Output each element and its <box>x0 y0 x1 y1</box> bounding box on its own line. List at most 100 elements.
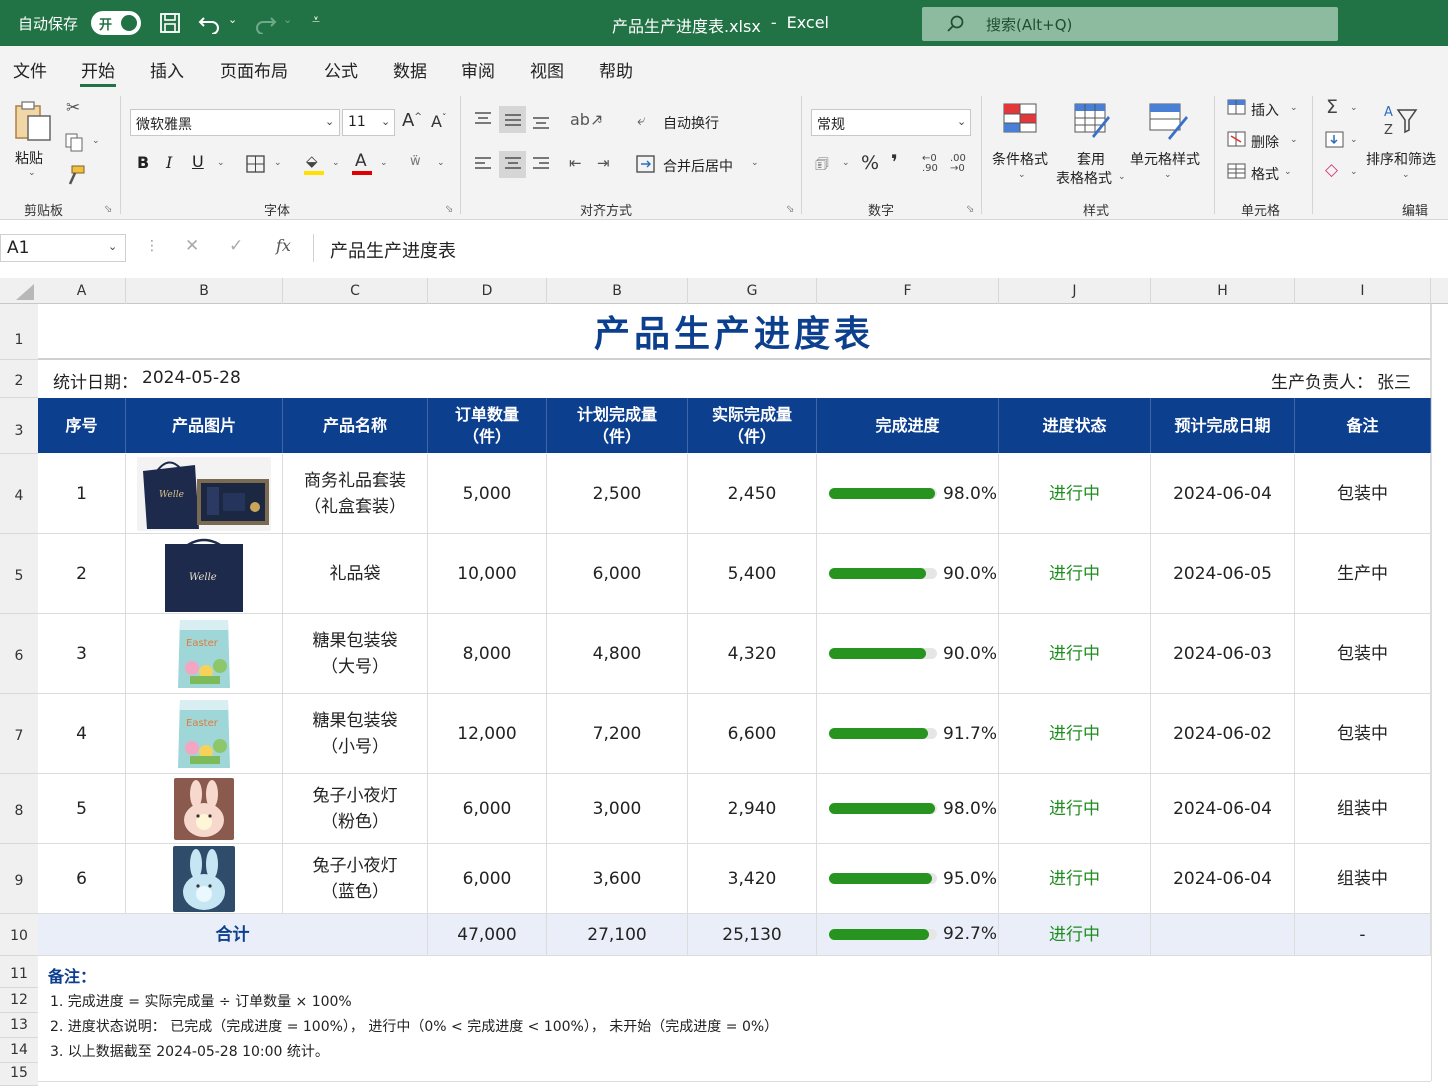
merge-dropdown-icon[interactable]: ⌄ <box>751 158 759 168</box>
menu-page-layout[interactable]: 页面布局 <box>220 57 288 82</box>
row-header-7[interactable]: 7 <box>0 694 38 774</box>
row-header-5[interactable]: 5 <box>0 534 38 614</box>
row-plan-cell[interactable]: 3,600 <box>547 844 688 914</box>
align-top-icon[interactable] <box>473 110 493 128</box>
row-actual-cell[interactable]: 3,420 <box>688 844 817 914</box>
delete-dropdown-icon[interactable]: ⌄ <box>1290 135 1298 145</box>
menu-view[interactable]: 视图 <box>530 57 564 82</box>
format-painter-icon[interactable] <box>64 164 86 186</box>
menu-insert[interactable]: 插入 <box>150 57 184 82</box>
row-status-cell[interactable]: 进行中 <box>999 774 1151 844</box>
row-date-cell[interactable]: 2024-06-03 <box>1151 614 1295 694</box>
underline-dropdown-icon[interactable]: ⌄ <box>217 158 225 168</box>
column-header-h[interactable]: H <box>1151 278 1295 304</box>
row-plan-cell[interactable]: 6,000 <box>547 534 688 614</box>
number-format-box[interactable]: 常规 ⌄ <box>811 109 971 136</box>
column-header-b[interactable]: B <box>126 278 283 304</box>
row-plan-cell[interactable]: 4,800 <box>547 614 688 694</box>
row-order-cell[interactable]: 5,000 <box>428 454 547 534</box>
total-actual-cell[interactable]: 25,130 <box>688 914 817 956</box>
underline-icon[interactable]: U <box>192 152 204 171</box>
orientation-dropdown-icon[interactable]: ⌄ <box>596 116 604 126</box>
italic-icon[interactable]: I <box>166 153 172 172</box>
row-image-cell[interactable]: Welle <box>126 454 283 534</box>
phonetic-dropdown-icon[interactable]: ⌄ <box>437 158 445 168</box>
row-header-11[interactable]: 11 <box>0 956 38 988</box>
header-seq[interactable]: 序号 <box>38 398 126 453</box>
row-plan-cell[interactable]: 3,000 <box>547 774 688 844</box>
row-status-cell[interactable]: 进行中 <box>999 534 1151 614</box>
row-name-cell[interactable]: 兔子小夜灯 （粉色） <box>283 774 428 844</box>
row-progress-cell[interactable]: 98.0% <box>817 774 999 844</box>
row-date-cell[interactable]: 2024-06-05 <box>1151 534 1295 614</box>
header-actual-qty[interactable]: 实际完成量 （件） <box>688 398 817 453</box>
row-header-10[interactable]: 10 <box>0 914 38 956</box>
clipboard-launcher-icon[interactable]: ⬂ <box>104 204 112 215</box>
save-icon[interactable] <box>159 12 181 34</box>
format-as-table-button[interactable]: 套用 表格格式 ⌄ <box>1054 100 1128 190</box>
insert-cells-icon[interactable] <box>1227 99 1247 116</box>
row-header-2[interactable]: 2 <box>0 360 38 398</box>
decrease-font-icon[interactable]: Aˇ <box>431 112 446 131</box>
row-date-cell[interactable]: 2024-06-04 <box>1151 454 1295 534</box>
row-image-cell[interactable]: Welle <box>126 534 283 614</box>
row-date-cell[interactable]: 2024-06-04 <box>1151 844 1295 914</box>
number-launcher-icon[interactable]: ⬂ <box>966 204 974 215</box>
cancel-entry-icon[interactable]: ✕ <box>185 236 199 256</box>
header-image[interactable]: 产品图片 <box>126 398 283 453</box>
header-remark[interactable]: 备注 <box>1295 398 1431 453</box>
increase-font-icon[interactable]: A^ <box>402 110 422 131</box>
row-progress-cell[interactable]: 95.0% <box>817 844 999 914</box>
row-remark-cell[interactable]: 组装中 <box>1295 774 1431 844</box>
column-header-g[interactable]: G <box>688 278 817 304</box>
cell-styles-button[interactable]: 单元格样式 ⌄ <box>1128 100 1208 186</box>
percent-style-icon[interactable]: % <box>861 152 879 174</box>
undo-dropdown-icon[interactable]: ⌄ <box>228 13 237 26</box>
search-box[interactable]: 搜索(Alt+Q) <box>922 7 1338 41</box>
align-left-icon[interactable] <box>473 155 493 173</box>
row-image-cell[interactable]: Easter <box>126 694 283 774</box>
increase-indent-icon[interactable]: ⇥ <box>597 154 610 172</box>
row-order-cell[interactable]: 8,000 <box>428 614 547 694</box>
select-all-corner-icon[interactable] <box>8 282 36 302</box>
header-order-qty[interactable]: 订单数量 （件） <box>428 398 547 453</box>
total-order-cell[interactable]: 47,000 <box>428 914 547 956</box>
autosum-dropdown-icon[interactable]: ⌄ <box>1350 103 1358 113</box>
header-name[interactable]: 产品名称 <box>283 398 428 453</box>
menu-formulas[interactable]: 公式 <box>324 57 358 82</box>
row-actual-cell[interactable]: 5,400 <box>688 534 817 614</box>
font-launcher-icon[interactable]: ⬂ <box>445 204 453 215</box>
menu-help[interactable]: 帮助 <box>599 57 633 82</box>
row-actual-cell[interactable]: 4,320 <box>688 614 817 694</box>
total-label-cell[interactable]: 合计 <box>38 914 428 956</box>
total-status-cell[interactable]: 进行中 <box>999 914 1151 956</box>
autosum-icon[interactable]: Σ <box>1326 96 1338 118</box>
row-header-12[interactable]: 12 <box>0 988 38 1013</box>
total-progress-cell[interactable]: 92.7% <box>817 914 999 956</box>
row-progress-cell[interactable]: 98.0% <box>817 454 999 534</box>
row-remark-cell[interactable]: 包装中 <box>1295 614 1431 694</box>
delete-cells-label[interactable]: 删除 <box>1251 132 1279 152</box>
bold-icon[interactable]: B <box>137 153 149 172</box>
row-remark-cell[interactable]: 生产中 <box>1295 534 1431 614</box>
alignment-launcher-icon[interactable]: ⬂ <box>786 204 794 215</box>
font-color-button[interactable]: A <box>352 151 374 176</box>
row-seq-cell[interactable]: 5 <box>38 774 126 844</box>
row-name-cell[interactable]: 糖果包装袋 （大号） <box>283 614 428 694</box>
header-plan-qty[interactable]: 计划完成量 （件） <box>547 398 688 453</box>
row-name-cell[interactable]: 兔子小夜灯 （蓝色） <box>283 844 428 914</box>
column-header-a[interactable]: A <box>38 278 126 304</box>
font-color-dropdown-icon[interactable]: ⌄ <box>380 158 388 168</box>
row-seq-cell[interactable]: 6 <box>38 844 126 914</box>
row-progress-cell[interactable]: 90.0% <box>817 534 999 614</box>
align-center-button[interactable] <box>499 151 526 178</box>
menu-home[interactable]: 开始 <box>81 57 115 82</box>
row-status-cell[interactable]: 进行中 <box>999 694 1151 774</box>
total-plan-cell[interactable]: 27,100 <box>547 914 688 956</box>
row-date-cell[interactable]: 2024-06-02 <box>1151 694 1295 774</box>
name-box[interactable]: A1 ⌄ <box>0 234 126 262</box>
format-cells-icon[interactable] <box>1227 163 1247 180</box>
autosave-toggle[interactable]: 开 <box>91 11 141 35</box>
row-actual-cell[interactable]: 2,450 <box>688 454 817 534</box>
row-name-cell[interactable]: 礼品袋 <box>283 534 428 614</box>
